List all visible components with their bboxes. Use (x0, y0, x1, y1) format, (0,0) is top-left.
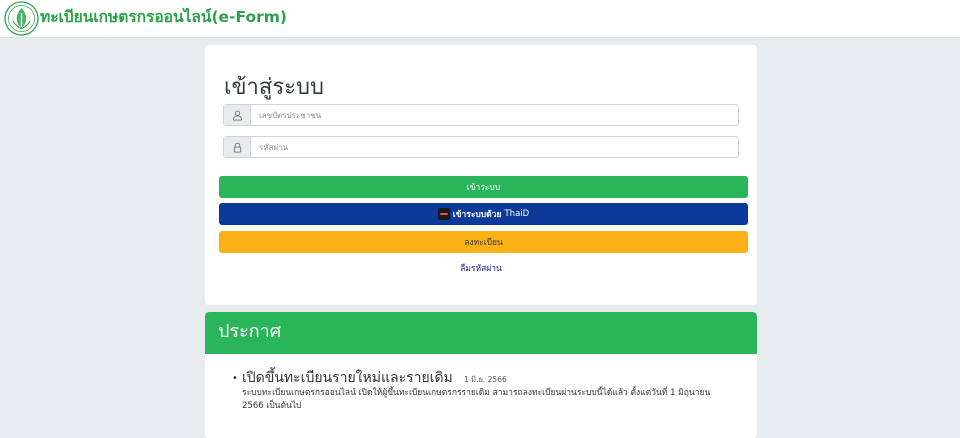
password-input[interactable] (252, 137, 738, 157)
login-title: เข้าสู่ระบบ (224, 75, 324, 100)
announcement-item-date: 1 มิ.ย. 2566 (464, 375, 507, 384)
announcement-header: ประกาศ (205, 312, 757, 354)
password-input-group (223, 136, 739, 158)
forgot-password-link[interactable]: ลืมรหัสผ่าน (205, 261, 757, 275)
thaid-login-button[interactable]: เข้าระบบด้วย ThaiD (219, 203, 748, 225)
register-button[interactable]: ลงทะเบียน (219, 231, 748, 253)
bullet-icon: • (232, 373, 238, 384)
top-navbar: ทะเบียนเกษตรกรออนไลน์(e-Form) (0, 0, 960, 38)
thaid-brand-label: ThaiD (504, 209, 530, 219)
thaid-button-label: เข้าระบบด้วย (452, 210, 502, 220)
announcement-title: ประกาศ (218, 321, 282, 342)
login-card: เข้าสู่ระบบ เข้าระบบ เข้าระบบด้วย ThaiD … (205, 45, 757, 305)
username-input[interactable] (252, 105, 738, 125)
doa-emblem-icon[interactable] (4, 1, 39, 36)
user-icon (224, 105, 251, 125)
site-brand-title[interactable]: ทะเบียนเกษตรกรออนไลน์(e-Form) (40, 7, 287, 27)
username-input-group (223, 104, 739, 126)
announcement-card: ประกาศ • เปิดขึ้นทะเบียนรายใหม่และรายเดิ… (205, 312, 757, 438)
login-button[interactable]: เข้าระบบ (219, 176, 748, 198)
thaid-logo-icon (437, 208, 450, 220)
announcement-item-body: ระบบทะเบียนเกษตรกรออนไลน์ เปิดให้ผู้ขึ้น… (242, 388, 711, 411)
lock-icon (224, 137, 251, 157)
announcement-item-title: เปิดขึ้นทะเบียนรายใหม่และรายเดิม (242, 370, 453, 386)
